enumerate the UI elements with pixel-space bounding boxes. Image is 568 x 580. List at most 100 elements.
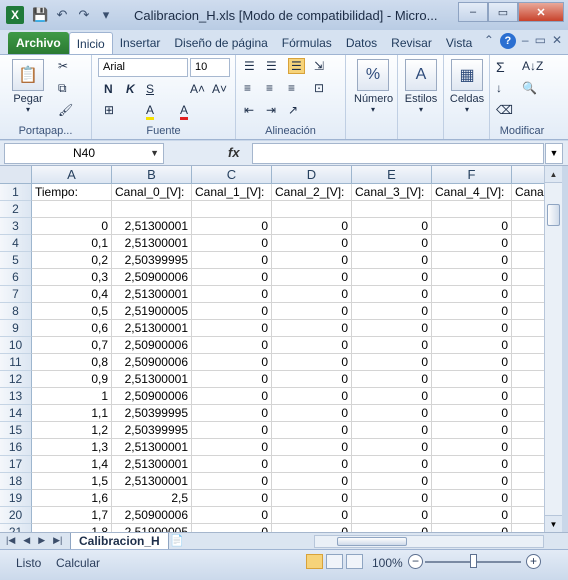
cell[interactable]: 0: [432, 371, 512, 388]
cell[interactable]: 2,50900006: [112, 269, 192, 286]
cell[interactable]: Canal_0_[V]:: [112, 184, 192, 201]
row-header[interactable]: 4: [0, 235, 32, 252]
cell[interactable]: 2,51900005: [112, 303, 192, 320]
decrease-indent-icon[interactable]: ⇤: [244, 103, 254, 117]
cell[interactable]: 2,5: [112, 490, 192, 507]
cell[interactable]: 0: [432, 252, 512, 269]
row-header[interactable]: 15: [0, 422, 32, 439]
row-header[interactable]: 13: [0, 388, 32, 405]
cell[interactable]: 0,9: [32, 371, 112, 388]
cell[interactable]: 0: [192, 252, 272, 269]
cell[interactable]: 0: [192, 456, 272, 473]
cell[interactable]: 2,50900006: [112, 388, 192, 405]
formula-input[interactable]: [252, 143, 544, 164]
cell[interactable]: Canal_2_[V]:: [272, 184, 352, 201]
cell[interactable]: 0: [352, 235, 432, 252]
cell[interactable]: [512, 269, 544, 286]
next-sheet-icon[interactable]: ▶: [38, 535, 45, 546]
cell[interactable]: 0: [272, 490, 352, 507]
cell[interactable]: 0: [192, 439, 272, 456]
cell[interactable]: [32, 201, 112, 218]
customize-qat-icon[interactable]: ▾: [98, 7, 114, 23]
align-left-icon[interactable]: ≡: [244, 81, 251, 95]
help-icon[interactable]: ?: [499, 33, 516, 49]
cell[interactable]: 2,50399995: [112, 252, 192, 269]
shrink-font-button[interactable]: A˅: [212, 82, 227, 96]
horizontal-scroll-thumb[interactable]: [337, 537, 407, 546]
cell[interactable]: [112, 201, 192, 218]
cell[interactable]: 0: [192, 422, 272, 439]
cell[interactable]: 0: [432, 439, 512, 456]
select-all-corner[interactable]: [0, 166, 32, 184]
cell[interactable]: 0: [352, 269, 432, 286]
cell[interactable]: 0,4: [32, 286, 112, 303]
cell[interactable]: 0: [192, 303, 272, 320]
cell[interactable]: [512, 405, 544, 422]
sheet-tab-calibracion[interactable]: Calibracion_H: [70, 533, 169, 550]
tab-inicio[interactable]: Inicio: [68, 32, 113, 54]
cell[interactable]: [512, 507, 544, 524]
cell[interactable]: 0: [352, 218, 432, 235]
clear-icon[interactable]: ⌫: [496, 103, 513, 117]
cell[interactable]: 0: [272, 269, 352, 286]
cell[interactable]: 0: [32, 218, 112, 235]
column-header-a[interactable]: A: [32, 166, 112, 184]
cell[interactable]: 0: [432, 320, 512, 337]
underline-button[interactable]: S: [146, 82, 154, 96]
cell[interactable]: 1,7: [32, 507, 112, 524]
column-header-c[interactable]: C: [192, 166, 272, 184]
align-center-icon[interactable]: ≡: [266, 81, 273, 95]
cell[interactable]: [512, 422, 544, 439]
cell[interactable]: 0: [272, 303, 352, 320]
cell[interactable]: 0: [432, 388, 512, 405]
row-header[interactable]: 19: [0, 490, 32, 507]
cell[interactable]: 0: [432, 405, 512, 422]
cell[interactable]: 0: [352, 337, 432, 354]
italic-button[interactable]: K: [126, 82, 135, 96]
align-bottom-icon[interactable]: ☰: [288, 58, 305, 74]
cell[interactable]: 2,51300001: [112, 473, 192, 490]
bold-button[interactable]: N: [104, 82, 113, 96]
row-header[interactable]: 14: [0, 405, 32, 422]
cell[interactable]: [272, 201, 352, 218]
cell[interactable]: [512, 337, 544, 354]
cell[interactable]: 0: [432, 422, 512, 439]
save-icon[interactable]: 💾: [32, 7, 48, 23]
cell[interactable]: 0: [272, 405, 352, 422]
cell[interactable]: 0: [352, 303, 432, 320]
cell[interactable]: 0: [272, 337, 352, 354]
cell[interactable]: 0: [432, 456, 512, 473]
cell[interactable]: 2,51300001: [112, 456, 192, 473]
cell[interactable]: 0: [272, 218, 352, 235]
cell[interactable]: 2,51300001: [112, 439, 192, 456]
row-header[interactable]: 21: [0, 524, 32, 532]
cell[interactable]: 0: [352, 405, 432, 422]
fill-color-icon[interactable]: A: [146, 103, 155, 120]
cell[interactable]: 0: [272, 320, 352, 337]
cell[interactable]: [512, 388, 544, 405]
cell[interactable]: 0,6: [32, 320, 112, 337]
name-box-dropdown-icon[interactable]: ▼: [150, 144, 159, 163]
horizontal-scrollbar[interactable]: [314, 535, 544, 548]
cell[interactable]: [512, 456, 544, 473]
close-button[interactable]: ✕: [518, 2, 564, 22]
row-header[interactable]: 18: [0, 473, 32, 490]
cell[interactable]: 0: [192, 320, 272, 337]
cell[interactable]: 0: [272, 235, 352, 252]
align-middle-icon[interactable]: ☰: [266, 59, 277, 73]
row-header[interactable]: 12: [0, 371, 32, 388]
cell[interactable]: Tiempo:: [32, 184, 112, 201]
cell[interactable]: 0: [192, 524, 272, 532]
vertical-scroll-thumb[interactable]: [547, 204, 560, 226]
find-select-icon[interactable]: 🔍: [522, 81, 537, 95]
cell[interactable]: 0: [352, 388, 432, 405]
row-header[interactable]: 9: [0, 320, 32, 337]
cell[interactable]: 0: [432, 269, 512, 286]
cell[interactable]: 2,51300001: [112, 235, 192, 252]
increase-indent-icon[interactable]: ⇥: [266, 103, 276, 117]
row-header[interactable]: 6: [0, 269, 32, 286]
cell[interactable]: [512, 201, 544, 218]
excel-app-icon[interactable]: X: [6, 6, 24, 24]
row-header[interactable]: 5: [0, 252, 32, 269]
cell[interactable]: 0: [352, 371, 432, 388]
